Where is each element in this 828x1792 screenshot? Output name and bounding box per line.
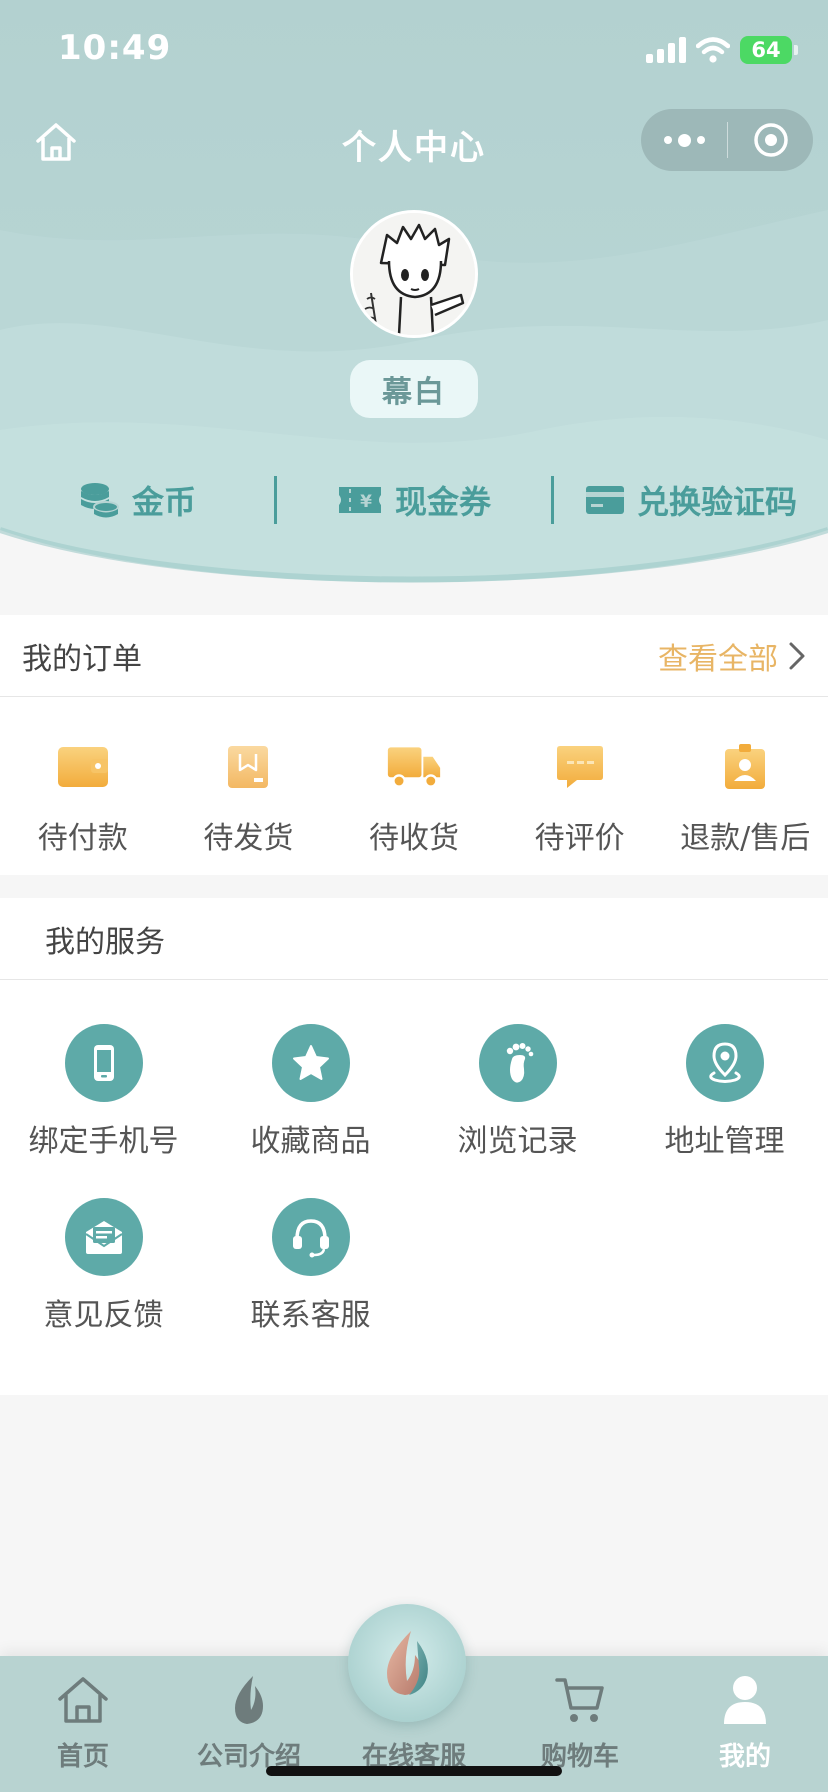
service-label: 联系客服 xyxy=(250,1298,371,1333)
nav-bar: 个人中心 xyxy=(0,100,828,188)
my-services-card: 我的服务 绑定手机号 收藏商品 浏览记录 地址管理 意见反馈 联系客服 xyxy=(0,898,828,1395)
status-bar: 10:49 64 xyxy=(0,0,828,100)
order-status-label: 待评价 xyxy=(534,821,625,856)
close-miniprogram-button[interactable] xyxy=(728,109,813,171)
svg-text:¥: ¥ xyxy=(360,492,372,512)
contact-support-entry[interactable]: 联系客服 xyxy=(207,1198,414,1372)
view-all-orders-link[interactable]: 查看全部 xyxy=(658,634,806,678)
home-indicator xyxy=(266,1766,562,1776)
favorites-entry[interactable]: 收藏商品 xyxy=(207,1024,414,1198)
my-orders-title: 我的订单 xyxy=(22,641,142,677)
service-label: 绑定手机号 xyxy=(28,1124,179,1159)
footprint-icon xyxy=(506,1043,533,1083)
asset-bar: 金币 ¥ 现金券 兑换验证码 xyxy=(0,470,828,530)
headset-icon xyxy=(292,1219,329,1258)
comment-icon xyxy=(556,746,603,788)
more-menu-button[interactable] xyxy=(641,109,727,171)
status-time: 10:49 xyxy=(58,28,172,68)
services-grid: 绑定手机号 收藏商品 浏览记录 地址管理 意见反馈 联系客服 xyxy=(0,980,828,1372)
refund-user-icon xyxy=(725,744,766,789)
service-label: 浏览记录 xyxy=(457,1124,578,1159)
card-icon xyxy=(585,486,624,514)
redeem-code-label: 兑换验证码 xyxy=(636,483,797,521)
nickname-badge: 幕白 xyxy=(350,360,478,418)
coins-label: 金币 xyxy=(131,483,196,521)
online-service-center-button[interactable] xyxy=(348,1604,466,1722)
leaf-icon xyxy=(235,1676,263,1724)
battery-level: 64 xyxy=(751,38,781,62)
phone-icon xyxy=(93,1045,114,1081)
location-icon xyxy=(708,1042,741,1083)
order-status-label: 待付款 xyxy=(37,821,128,856)
wallet-icon xyxy=(57,747,108,787)
address-management-entry[interactable]: 地址管理 xyxy=(621,1024,828,1198)
wifi-icon xyxy=(696,37,730,63)
dot-icon xyxy=(696,136,705,144)
service-label: 意见反馈 xyxy=(43,1298,164,1333)
my-orders-card: 我的订单 查看全部 待付款 待发货 待收货 待评价 退款/售后 xyxy=(0,615,828,875)
order-pending-shipment[interactable]: 待发货 xyxy=(166,697,332,875)
coins-icon xyxy=(80,483,119,518)
bind-phone-entry[interactable]: 绑定手机号 xyxy=(0,1024,207,1198)
home-icon xyxy=(58,1677,108,1723)
order-refund-aftersale[interactable]: 退款/售后 xyxy=(662,697,828,875)
view-all-label: 查看全部 xyxy=(658,641,778,677)
coins-entry[interactable]: 金币 xyxy=(0,476,274,524)
order-pending-review[interactable]: 待评价 xyxy=(497,697,663,875)
tab-mine[interactable]: 我的 xyxy=(662,1656,828,1792)
signal-icon xyxy=(646,37,686,63)
battery-indicator: 64 xyxy=(740,36,798,64)
avatar[interactable] xyxy=(350,210,478,338)
order-status-label: 退款/售后 xyxy=(680,821,811,856)
flame-leaf-icon xyxy=(387,1631,428,1695)
order-pending-payment[interactable]: 待付款 xyxy=(0,697,166,875)
service-label: 收藏商品 xyxy=(250,1124,371,1159)
feedback-entry[interactable]: 意见反馈 xyxy=(0,1198,207,1372)
order-status-row: 待付款 待发货 待收货 待评价 退款/售后 xyxy=(0,697,828,875)
target-close-icon xyxy=(753,123,788,157)
my-services-header: 我的服务 xyxy=(0,898,828,980)
order-status-label: 待发货 xyxy=(203,821,294,856)
order-status-label: 待收货 xyxy=(368,821,459,856)
cart-icon xyxy=(555,1678,604,1722)
chevron-right-icon xyxy=(789,642,805,669)
my-services-title: 我的服务 xyxy=(45,924,165,960)
profile-header: 10:49 64 个人中心 幕白 金币 ¥ 现金券 兑换验证码 xyxy=(0,0,828,610)
status-icons: 64 xyxy=(646,34,798,66)
feedback-mail-icon xyxy=(84,1221,123,1254)
dot-icon xyxy=(663,136,672,144)
miniprogram-capsule xyxy=(641,109,813,171)
browse-history-entry[interactable]: 浏览记录 xyxy=(414,1024,621,1198)
tab-home[interactable]: 首页 xyxy=(0,1656,166,1792)
my-orders-header: 我的订单 查看全部 xyxy=(0,615,828,697)
redeem-code-entry[interactable]: 兑换验证码 xyxy=(554,476,828,524)
tab-label: 我的 xyxy=(718,1742,771,1772)
dot-icon xyxy=(677,133,691,147)
avatar-cartoon-image xyxy=(353,213,475,335)
cash-coupon-label: 现金券 xyxy=(394,483,491,521)
cash-coupon-entry[interactable]: ¥ 现金券 xyxy=(277,476,551,524)
user-icon xyxy=(724,1676,766,1724)
tab-label: 首页 xyxy=(56,1742,109,1772)
truck-icon xyxy=(387,747,441,788)
service-label: 地址管理 xyxy=(664,1124,785,1159)
star-icon xyxy=(292,1045,329,1080)
order-pending-receipt[interactable]: 待收货 xyxy=(331,697,497,875)
cash-coupon-icon: ¥ xyxy=(338,487,381,513)
package-icon xyxy=(228,746,269,788)
